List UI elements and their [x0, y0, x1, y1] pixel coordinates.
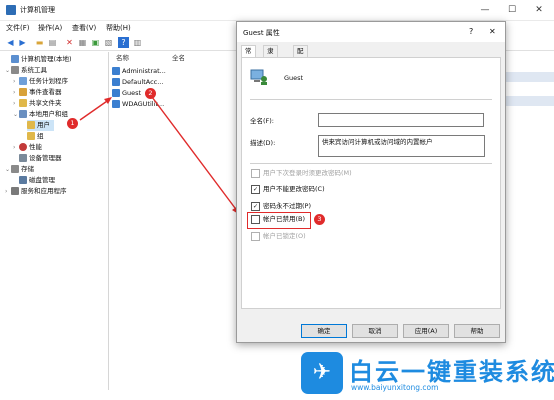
divider — [250, 99, 492, 100]
description-label: 描述(D): — [250, 139, 276, 147]
cancel-button[interactable]: 取消 — [352, 324, 398, 338]
checkbox-box — [251, 168, 260, 178]
dialog-title: Guest 属性 — [243, 29, 280, 37]
tab-profile[interactable]: 配置文件 — [293, 45, 308, 88]
password-never-expires-checkbox[interactable]: ✓ 密码永不过期(P) — [251, 201, 311, 212]
watermark-logo: ✈ 白云一键重装系统 www.baiyunxitong.com — [301, 352, 554, 396]
divider — [250, 163, 492, 164]
dialog-close-button[interactable]: ✕ — [489, 27, 496, 36]
must-change-password-checkbox[interactable]: 用户下次登录时须更改密码(M) — [251, 168, 352, 179]
help-button[interactable]: 帮助 — [454, 324, 500, 338]
checkbox-box — [251, 231, 260, 241]
user-account-icon — [250, 69, 267, 85]
tab-member-of[interactable]: 隶属于 — [263, 45, 278, 77]
checkmark-icon: ✓ — [251, 184, 260, 194]
username-label: Guest — [284, 74, 304, 82]
annotation-badge-3: 3 — [314, 214, 325, 225]
watermark-brand: 白云一键重装系统 — [349, 358, 554, 386]
general-tab-panel: Guest 全名(F): 描述(D): 供来宾访问计算机或访问域的内置帐户 用户… — [241, 57, 501, 309]
annotation-arrow-1 — [79, 98, 111, 121]
watermark-url: www.baiyunxitong.com — [351, 383, 439, 392]
dialog-help-button[interactable]: ? — [469, 27, 473, 36]
dialog-title-bar: Guest 属性 ? ✕ — [237, 22, 505, 42]
fullname-label: 全名(F): — [250, 117, 275, 125]
cannot-change-password-checkbox[interactable]: ✓ 用户不能更改密码(C) — [251, 184, 325, 195]
bird-logo-icon: ✈ — [301, 352, 343, 394]
guest-properties-dialog: Guest 属性 ? ✕ 常规 隶属于 配置文件 Guest 全名(F): 描述… — [236, 21, 506, 343]
apply-button[interactable]: 应用(A) — [403, 324, 449, 338]
account-locked-checkbox[interactable]: 帐户已锁定(O) — [251, 231, 306, 242]
checkbox-box — [251, 214, 260, 224]
checkmark-icon: ✓ — [251, 201, 260, 211]
account-disabled-checkbox[interactable]: 帐户已禁用(B) — [251, 214, 305, 225]
main-window: 计算机管理 — ☐ ✕ 文件(F) 操作(A) 查看(V) 帮助(H) ◀ ▶ … — [0, 0, 554, 400]
annotation-arrow-2 — [151, 96, 239, 213]
ok-button[interactable]: 确定 — [301, 324, 347, 338]
fullname-input[interactable] — [318, 113, 484, 127]
description-input[interactable]: 供来宾访问计算机或访问域的内置帐户 — [318, 135, 485, 157]
